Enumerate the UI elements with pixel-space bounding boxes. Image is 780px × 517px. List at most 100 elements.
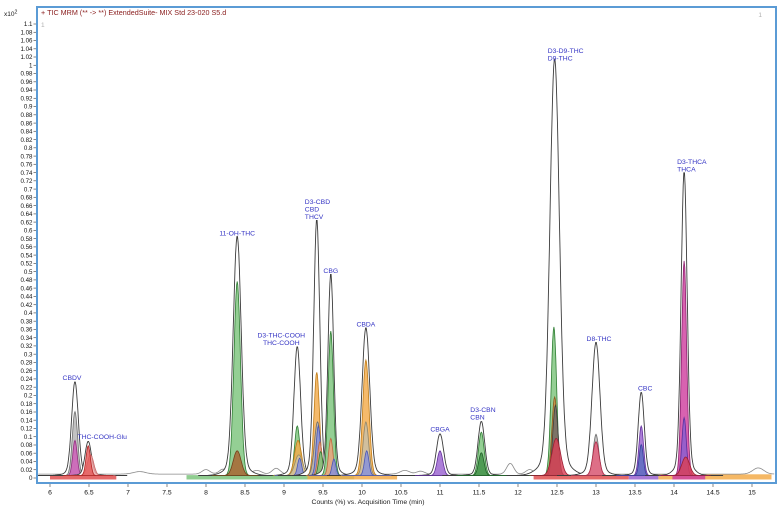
peak-label: D3-CBD [305,199,330,206]
y-tick-label: 0.68 [20,195,33,202]
y-tick-label: 0.18 [20,401,33,408]
y-tick-label: 0.24 [20,376,33,383]
peak-label: D9-THC [548,55,573,62]
trace-number-right: 1 [758,12,762,19]
y-tick-label: 0.92 [20,96,33,103]
y-tick-label: 0.38 [20,318,33,325]
y-tick-label: 0.54 [20,252,33,259]
peak-label: D3-CBN [470,407,495,414]
y-tick-label: 0.66 [20,203,33,210]
y-tick-label: 0.84 [20,129,33,136]
peak-label: D3-D9-THC [548,48,584,55]
subpeak-trace[interactable] [342,451,392,476]
y-tick-label: 0.78 [20,153,33,160]
y-tick-label: 0.28 [20,360,33,367]
subpeak-trace[interactable] [661,457,711,476]
peak-cluster-cbdv: CBDV [36,375,114,475]
x-tick-label: 6 [48,490,52,497]
peak-label: THCA [677,167,696,174]
x-tick-label: 14 [670,490,678,497]
y-tick-label: 1 [29,63,33,70]
x-tick-label: 14.5 [706,490,719,497]
y-tick-label: 1.04 [20,46,33,53]
y-tick-label: 0.48 [20,277,33,284]
trace-number-left: 1 [41,22,45,29]
y-tick-label: 0.82 [20,137,33,144]
y-tick-label: 0.1 [24,434,33,441]
trace-title: + TIC MRM (** -> **) ExtendedSuite- MIX … [41,8,226,17]
x-axis-title: Counts (%) vs. Acquisition Time (min) [312,499,425,506]
y-tick-label: 0.52 [20,261,33,268]
y-axis-scale-label: x102 [4,10,17,19]
peak-label: CBGA [430,427,450,434]
y-tick-label: 0.76 [20,162,33,169]
x-tick-label: 13.5 [628,490,641,497]
x-tick-label: 10.5 [394,490,407,497]
peak-cluster-cbda: CBDA [327,322,405,476]
peak-cluster-d3-thca: D3-THCATHCA [645,159,723,475]
chromatogram-window: CBDV THC-COOH-Glu 11-OH-THC D3-THC-COOHTHC-… [0,0,780,517]
peak-label: D3-THC-COOH [258,333,306,340]
peak-cluster-cbc: CBC [602,386,680,476]
y-tick-label: 0 [29,475,33,482]
subpeak-trace[interactable] [616,445,666,476]
peak-cluster-d3-cbn: D3-CBNCBN [442,407,520,476]
y-tick-label: 0.4 [24,310,33,317]
subpeak-trace[interactable] [571,442,621,476]
subpeak-trace[interactable] [212,282,262,476]
y-tick-label: 0.86 [20,120,33,127]
y-tick-label: 0.02 [20,467,33,474]
y-tick-label: 0.06 [20,450,33,457]
y-tick-label: 0.3 [24,351,33,358]
x-tick-label: 9.5 [318,490,328,497]
baseline-trace [672,476,705,480]
y-tick-label: 0.64 [20,211,33,218]
peak-label: D8-THC [587,336,612,343]
y-tick-label: 0.8 [24,145,33,152]
chromatogram-plot[interactable]: CBDV THC-COOH-Glu 11-OH-THC D3-THC-COOHTHC-… [0,0,780,517]
baseline-trace [307,476,397,480]
x-tick-label: 12 [514,490,522,497]
peak-cluster-d3-d9-thc: D3-D9-THCD9-THC [516,48,594,476]
y-tick-label: 0.34 [20,335,33,342]
peak-label: CBN [470,414,484,421]
chromatogram-generated-content: CBDV THC-COOH-Glu 11-OH-THC D3-THC-COOHTHC-… [20,21,774,496]
x-tick-label: 15 [748,490,756,497]
x-tick-label: 11 [436,490,443,497]
y-tick-label: 0.94 [20,87,33,94]
peak-label: THCV [305,214,324,221]
peak-label: CBD [305,207,319,214]
y-tick-label: 1.08 [20,30,33,37]
x-tick-label: 8 [204,490,208,497]
x-tick-label: 13 [592,490,600,497]
x-tick-label: 11.5 [473,490,486,497]
y-tick-label: 0.62 [20,219,33,226]
peak-label: CBG [323,268,338,275]
y-tick-label: 1.1 [24,21,33,28]
x-tick-label: 10 [358,490,366,497]
plot-frame [37,7,776,483]
y-tick-label: 0.88 [20,112,33,119]
y-tick-label: 0.14 [20,417,33,424]
y-tick-label: 0.44 [20,294,33,301]
y-tick-label: 0.9 [24,104,33,111]
y-tick-label: 1.02 [20,54,33,61]
y-tick-label: 1.06 [20,38,33,45]
x-tick-label: 9 [282,490,286,497]
peak-label: 11-OH-THC [219,231,255,238]
y-tick-label: 0.04 [20,459,33,466]
y-tick-label: 0.5 [24,269,33,276]
y-tick-label: 0.58 [20,236,33,243]
x-tick-label: 6.5 [84,490,94,497]
peak-label: CBDV [63,375,82,382]
subpeak-trace[interactable] [456,453,506,476]
y-tick-label: 0.98 [20,71,33,78]
subpeak-trace[interactable] [212,451,262,476]
peak-cluster-thc-cooh-glu: THC-COOH-Glu [49,434,127,475]
peak-cluster-d8-thc: D8-THC [557,336,635,476]
peak-cluster-cbga: CBGA [401,427,479,476]
baseline-trace [629,476,659,480]
x-tick-label: 12.5 [550,490,563,497]
y-tick-label: 0.56 [20,244,33,251]
peak-label: THC-COOH [263,340,300,347]
